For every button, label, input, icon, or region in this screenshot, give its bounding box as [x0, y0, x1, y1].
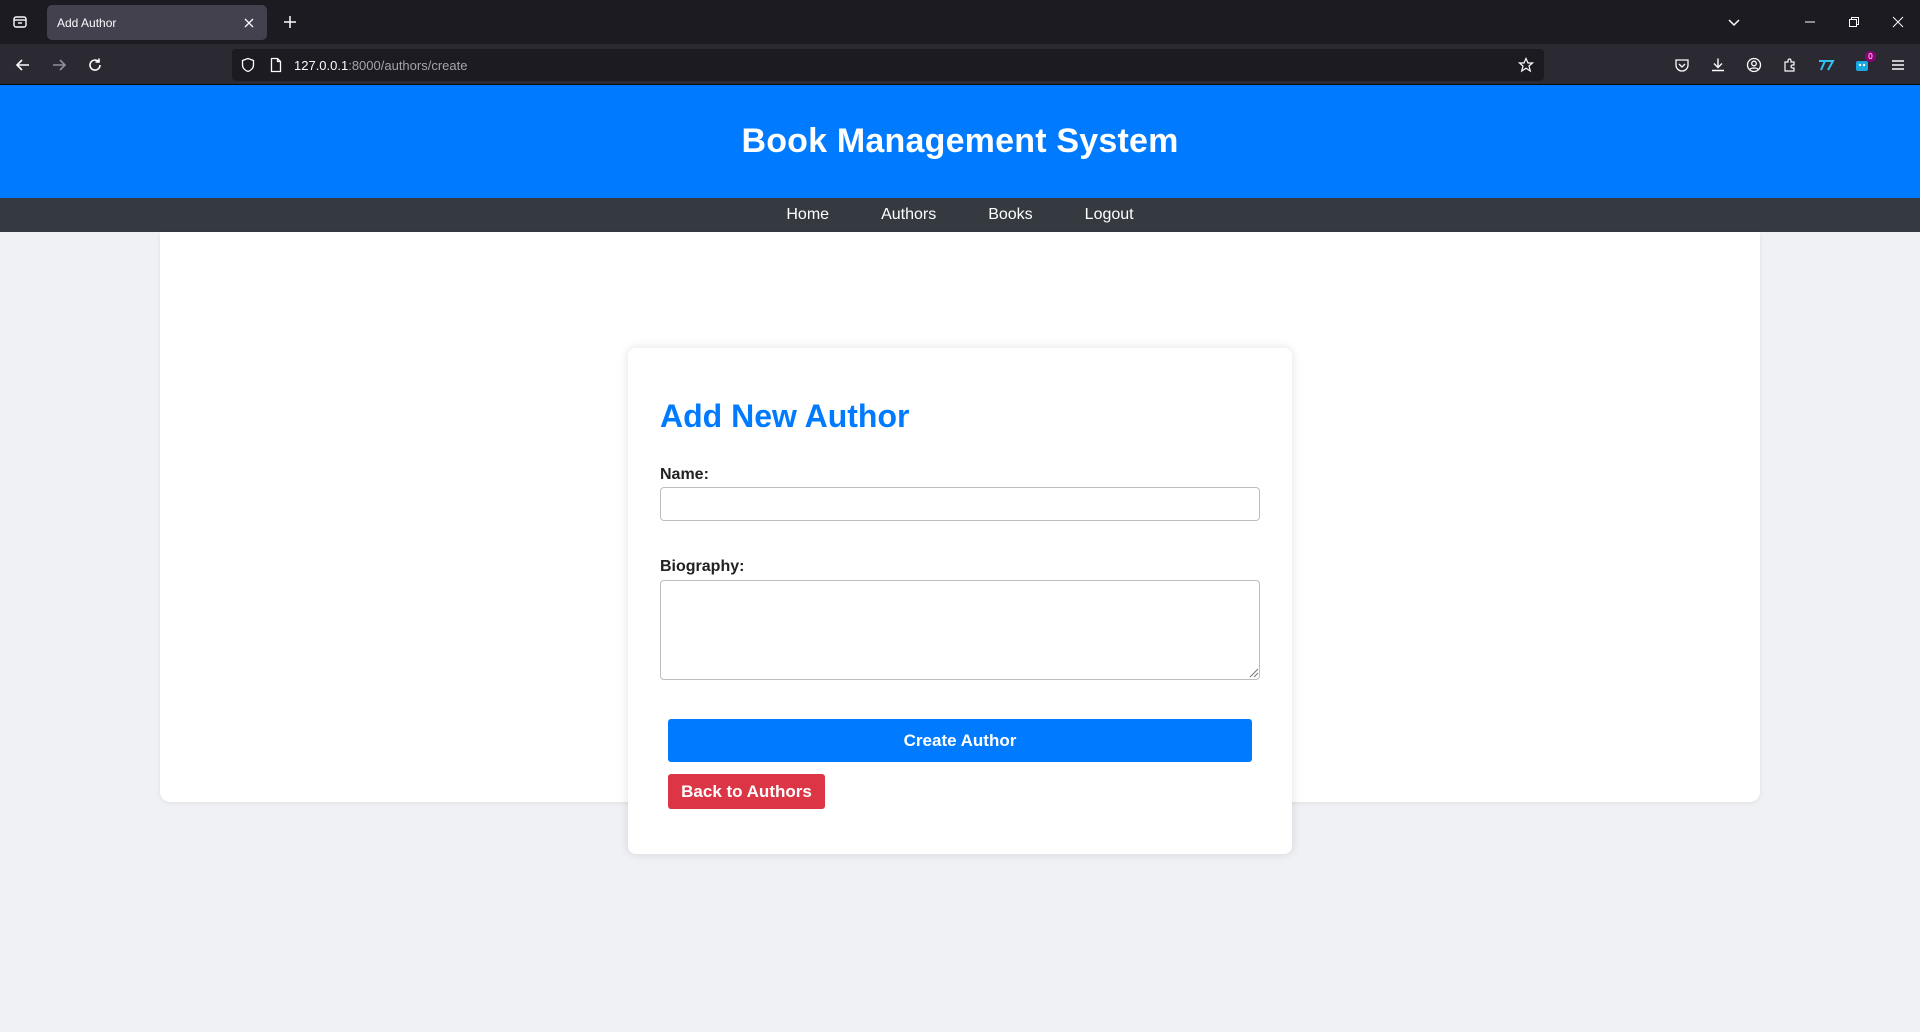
- create-author-button[interactable]: Create Author: [668, 719, 1252, 762]
- close-window-icon[interactable]: [1876, 0, 1920, 44]
- tab-overview-icon[interactable]: [0, 0, 40, 44]
- list-all-tabs-icon[interactable]: [1712, 0, 1756, 44]
- active-tab[interactable]: Add Author: [47, 5, 267, 40]
- extension-badge-icon[interactable]: 0: [1844, 50, 1880, 80]
- extensions-icon[interactable]: [1772, 50, 1808, 80]
- biography-textarea[interactable]: [660, 580, 1260, 680]
- new-tab-icon[interactable]: [280, 12, 300, 32]
- nav-logout[interactable]: Logout: [1085, 206, 1134, 224]
- restore-icon[interactable]: [1832, 0, 1876, 44]
- bookmark-star-icon[interactable]: [1517, 57, 1535, 78]
- main-container: Add New Author Name: Biography: Create A…: [160, 232, 1760, 854]
- url-text: 127.0.0.1:8000/authors/create: [294, 58, 467, 73]
- menu-hamburger-icon[interactable]: [1880, 50, 1916, 80]
- back-to-authors-button[interactable]: Back to Authors: [668, 774, 825, 809]
- url-host: 127.0.0.1: [294, 58, 349, 73]
- site-header: Book Management System: [0, 85, 1920, 198]
- account-icon[interactable]: [1736, 50, 1772, 80]
- reload-icon[interactable]: [80, 50, 110, 80]
- forward-arrow-icon[interactable]: [44, 50, 74, 80]
- url-path: :8000/authors/create: [348, 58, 468, 73]
- biography-label: Biography:: [660, 558, 745, 575]
- browser-toolbar: 127.0.0.1:8000/authors/create 0: [0, 44, 1920, 85]
- page-info-icon[interactable]: [268, 57, 284, 78]
- tab-title: Add Author: [57, 15, 117, 30]
- downloads-icon[interactable]: [1700, 50, 1736, 80]
- nav-home[interactable]: Home: [786, 206, 829, 224]
- nav-books[interactable]: Books: [988, 206, 1032, 224]
- extension-badge-count: 0: [1865, 51, 1876, 62]
- minimize-icon[interactable]: [1788, 0, 1832, 44]
- site-nav: Home Authors Books Logout: [0, 198, 1920, 232]
- tracking-shield-icon[interactable]: [240, 57, 256, 78]
- translate-extension-icon[interactable]: [1808, 50, 1844, 80]
- add-author-card: Add New Author Name: Biography: Create A…: [628, 348, 1292, 854]
- browser-tab-bar: Add Author: [0, 0, 1920, 44]
- back-arrow-icon[interactable]: [8, 50, 38, 80]
- resize-grip-icon[interactable]: [1247, 666, 1259, 678]
- site-title: Book Management System: [741, 122, 1179, 160]
- address-bar[interactable]: 127.0.0.1:8000/authors/create: [232, 49, 1544, 81]
- pocket-icon[interactable]: [1664, 50, 1700, 80]
- name-input[interactable]: [660, 487, 1260, 521]
- page-viewport: Book Management System Home Authors Book…: [0, 85, 1920, 1032]
- tab-close-icon[interactable]: [241, 15, 257, 31]
- page-title: Add New Author: [660, 398, 910, 434]
- name-label: Name:: [660, 466, 709, 483]
- nav-authors[interactable]: Authors: [881, 206, 936, 224]
